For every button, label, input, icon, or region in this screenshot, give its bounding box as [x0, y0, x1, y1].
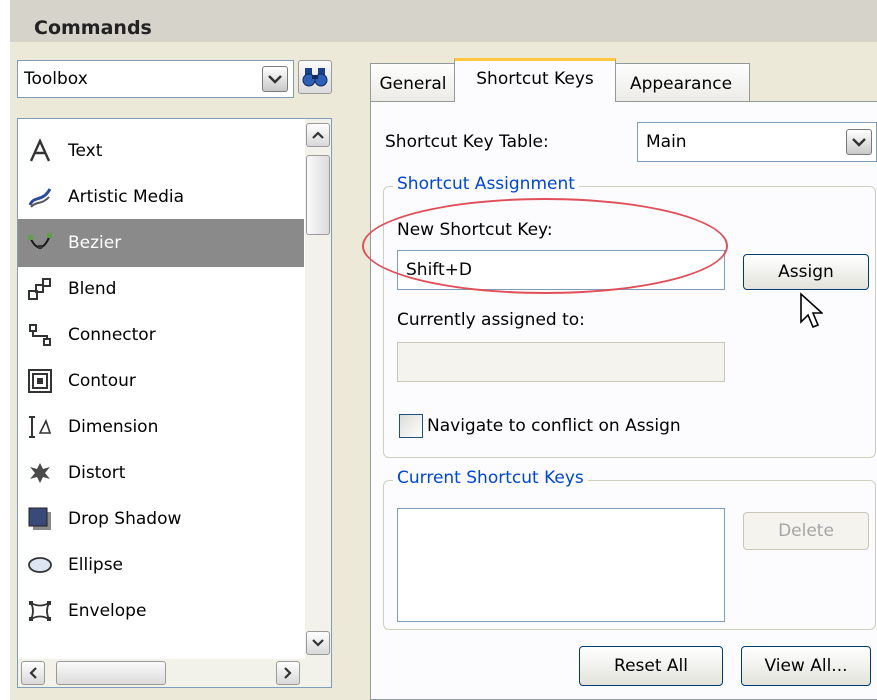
assign-button[interactable]: Assign — [743, 254, 869, 290]
list-item-label: Bezier — [68, 233, 122, 253]
currently-assigned-label: Currently assigned to: — [397, 310, 585, 330]
current-shortcut-keys-title: Current Shortcut Keys — [393, 468, 588, 488]
current-shortcut-keys-list[interactable] — [397, 508, 725, 622]
list-item-envelope[interactable]: Envelope — [18, 587, 304, 635]
tab-shortcut-keys[interactable]: Shortcut Keys — [454, 58, 616, 102]
ellipse-icon — [28, 557, 52, 573]
list-item-drop-shadow[interactable]: Drop Shadow — [18, 495, 304, 543]
shortcut-keys-page: Shortcut Key Table: Main Shortcut Assign… — [370, 101, 877, 700]
list-item-text[interactable]: Text — [18, 127, 304, 175]
envelope-icon — [28, 600, 52, 622]
distort-icon — [30, 463, 50, 483]
navigate-conflict-label[interactable]: Navigate to conflict on Assign — [427, 416, 681, 436]
shortcut-table-value: Main — [646, 132, 687, 152]
navigate-conflict-checkbox[interactable] — [399, 414, 423, 438]
delete-button: Delete — [743, 512, 869, 550]
new-shortcut-key-label: New Shortcut Key: — [397, 220, 553, 240]
list-item-bezier[interactable]: Bezier — [18, 219, 304, 267]
list-item-label: Ellipse — [68, 555, 124, 575]
reset-all-button[interactable]: Reset All — [579, 646, 723, 686]
list-item-artistic-media[interactable]: Artistic Media — [18, 173, 304, 221]
list-item-dimension[interactable]: Dimension — [18, 403, 304, 451]
category-select[interactable]: Toolbox — [17, 60, 294, 98]
list-item-label: Distort — [68, 463, 126, 483]
new-shortcut-key-input[interactable]: Shift+D — [397, 250, 725, 290]
tab-appearance[interactable]: Appearance — [612, 63, 750, 101]
shortcut-table-label: Shortcut Key Table: — [385, 132, 549, 152]
list-item-label: Drop Shadow — [68, 509, 182, 529]
contour-icon — [28, 369, 52, 393]
text-tool-icon — [29, 139, 51, 162]
shortcut-table-select[interactable]: Main — [637, 122, 877, 162]
list-vertical-scrollbar[interactable] — [305, 119, 331, 659]
list-item-label: Connector — [68, 325, 156, 345]
bezier-icon — [28, 233, 52, 249]
command-list[interactable]: Text Artistic Media Bezier Blend Connect… — [17, 118, 332, 688]
drop-shadow-icon — [28, 507, 51, 530]
list-item-label: Text — [68, 141, 103, 161]
list-scroll-thumb[interactable] — [306, 155, 330, 235]
list-item-distort[interactable]: Distort — [18, 449, 304, 497]
dimension-icon — [29, 416, 52, 438]
new-shortcut-key-value: Shift+D — [406, 260, 472, 280]
list-item-connector[interactable]: Connector — [18, 311, 304, 359]
blend-icon — [28, 278, 51, 300]
list-item-label: Artistic Media — [68, 187, 185, 207]
mouse-pointer-icon — [800, 292, 823, 329]
tab-general[interactable]: General — [370, 63, 456, 101]
view-all-button[interactable]: View All... — [741, 646, 871, 686]
connector-icon — [29, 324, 51, 346]
list-item-ellipse[interactable]: Ellipse — [18, 541, 304, 589]
binoculars-icon[interactable] — [298, 60, 332, 94]
scroll-right-icon[interactable] — [276, 661, 300, 685]
category-select-value: Toolbox — [24, 69, 88, 89]
list-item-label: Dimension — [68, 417, 159, 437]
list-hscroll-thumb[interactable] — [56, 661, 166, 685]
list-item-label: Contour — [68, 371, 136, 391]
panel-title: Commands — [34, 17, 152, 39]
panel-header: Commands — [10, 0, 877, 42]
list-horizontal-scrollbar[interactable] — [18, 659, 331, 687]
list-item-label: Blend — [68, 279, 117, 299]
scroll-down-icon[interactable] — [306, 631, 330, 655]
artistic-media-icon — [28, 188, 52, 208]
list-item-contour[interactable]: Contour — [18, 357, 304, 405]
chevron-down-icon[interactable] — [262, 66, 288, 92]
scroll-left-icon[interactable] — [21, 661, 45, 685]
scroll-up-icon[interactable] — [306, 123, 330, 147]
shortcut-assignment-title: Shortcut Assignment — [393, 174, 579, 194]
commands-panel: Commands Toolbox Text Artistic Media Bez… — [10, 0, 877, 700]
chevron-down-icon[interactable] — [846, 129, 872, 155]
list-item-label: Envelope — [68, 601, 147, 621]
currently-assigned-field — [397, 342, 725, 382]
list-item-blend[interactable]: Blend — [18, 265, 304, 313]
